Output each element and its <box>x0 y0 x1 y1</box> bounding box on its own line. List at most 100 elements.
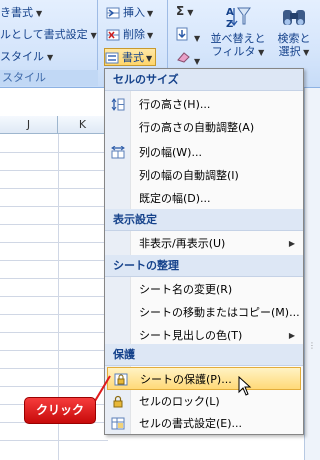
menu-item-label: セルの書式設定(E)... <box>139 417 243 430</box>
menu-item-autofit-column-width[interactable]: 列の幅の自動調整(I) <box>105 164 303 187</box>
grid-line <box>0 242 108 243</box>
menu-item-label: 非表示/再表示(U) <box>139 237 226 250</box>
chevron-down-icon: ▼ <box>187 8 194 17</box>
column-header-k[interactable]: K <box>58 116 108 134</box>
menu-section-organize-sheets: シートの整理 <box>105 255 303 277</box>
find-select-button[interactable]: 検索と 選択 ▼ <box>266 4 320 59</box>
fill-button[interactable]: ▼ <box>176 27 200 44</box>
lock-icon <box>113 395 123 408</box>
sort-filter-icon: AZ <box>224 4 252 30</box>
insert-label: 挿入 <box>123 6 145 19</box>
menu-item-label: 列の幅(W)... <box>139 146 202 159</box>
format-as-table-button[interactable]: ルとして書式設定 ▼ <box>0 26 97 44</box>
column-width-icon <box>111 146 125 159</box>
sigma-icon: Σ <box>176 4 185 18</box>
menu-item-lock-cell[interactable]: セルのロック(L) <box>105 390 303 413</box>
clear-button[interactable]: ▼ <box>176 50 200 67</box>
conditional-format-label: き書式 <box>0 6 33 19</box>
row-height-icon <box>111 98 125 111</box>
chevron-down-icon: ▼ <box>47 53 54 62</box>
format-label: 書式 <box>122 51 144 64</box>
chevron-down-icon: ▼ <box>300 48 310 57</box>
find-select-label-1: 検索と <box>277 32 311 45</box>
menu-item-label: シート見出しの色(T) <box>139 329 243 342</box>
svg-text:Z: Z <box>226 19 233 30</box>
autosum-button[interactable]: Σ ▼ <box>176 4 193 18</box>
styles-group: き書式 ▼ ルとして書式設定 ▼ スタイル ▼ スタイル <box>0 0 98 86</box>
grid-line <box>0 206 108 207</box>
mouse-cursor-icon <box>238 376 252 396</box>
styles-group-label: スタイル <box>0 70 98 86</box>
chevron-down-icon: ▼ <box>36 9 43 18</box>
grid-line <box>0 440 108 441</box>
format-cells-icon <box>111 417 125 430</box>
menu-item-protect-sheet[interactable]: シートの保護(P)... <box>107 367 301 390</box>
split-grip-icon[interactable]: ⋮ <box>306 342 318 358</box>
menu-item-rename-sheet[interactable]: シート名の変更(R) <box>105 278 303 301</box>
grid-line <box>0 152 108 153</box>
cell-styles-button[interactable]: スタイル ▼ <box>0 48 53 66</box>
menu-item-row-height[interactable]: 行の高さ(H)... <box>105 93 303 116</box>
find-select-label-2: 選択 <box>278 45 301 58</box>
sort-filter-button[interactable]: AZ 並べ替えと フィルタ ▼ <box>210 4 266 59</box>
menu-item-label: シートの移動またはコピー(M)... <box>139 306 300 319</box>
grid-line <box>0 368 108 369</box>
chevron-down-icon: ▼ <box>194 57 201 66</box>
menu-item-hide-unhide[interactable]: 非表示/再表示(U) ▶ <box>105 232 303 255</box>
chevron-down-icon: ▼ <box>147 9 154 18</box>
delete-icon <box>106 29 120 41</box>
svg-text:A: A <box>226 7 234 18</box>
menu-item-default-width[interactable]: 既定の幅(D)... <box>105 187 303 210</box>
grid-line <box>0 296 108 297</box>
menu-item-label: シート名の変更(R) <box>139 283 233 296</box>
chevron-down-icon: ▼ <box>90 31 97 40</box>
cell-styles-label: スタイル <box>0 50 44 63</box>
menu-item-column-width[interactable]: 列の幅(W)... <box>105 141 303 164</box>
binoculars-icon <box>280 4 308 30</box>
chevron-down-icon: ▼ <box>194 34 201 43</box>
insert-button[interactable]: 挿入 ▼ <box>106 4 153 22</box>
grid-line <box>0 260 108 261</box>
delete-label: 削除 <box>123 28 145 41</box>
lock-sheet-icon <box>114 373 128 386</box>
sort-filter-label-2: フィルタ <box>211 45 256 58</box>
eraser-icon <box>177 52 190 63</box>
menu-item-label: 既定の幅(D)... <box>139 192 211 205</box>
menu-section-protection: 保護 <box>105 344 303 366</box>
insert-icon <box>106 7 120 19</box>
grid-line <box>0 278 108 279</box>
sort-filter-label-1: 並べ替えと <box>210 32 266 45</box>
menu-section-visibility: 表示設定 <box>105 209 303 231</box>
chevron-down-icon: ▼ <box>147 31 154 40</box>
column-header-row: J K <box>0 116 108 134</box>
menu-item-move-copy-sheet[interactable]: シートの移動またはコピー(M)... <box>105 301 303 324</box>
fill-down-icon <box>176 27 188 41</box>
menu-item-label: 列の幅の自動調整(I) <box>139 169 239 182</box>
delete-button[interactable]: 削除 ▼ <box>106 26 153 44</box>
submenu-arrow-icon: ▶ <box>288 239 295 248</box>
vertical-scrollbar[interactable] <box>304 88 320 460</box>
grid-line <box>0 386 108 387</box>
grid-line <box>0 332 108 333</box>
grid-line <box>0 170 108 171</box>
click-callout: クリック <box>24 397 96 424</box>
chevron-down-icon: ▼ <box>146 54 153 63</box>
menu-item-label: 行の高さの自動調整(A) <box>139 121 255 134</box>
menu-item-label: シートの保護(P)... <box>140 373 232 386</box>
grid-line <box>0 350 108 351</box>
menu-section-cell-size: セルのサイズ <box>105 69 303 91</box>
grid-line <box>0 314 108 315</box>
menu-item-autofit-row-height[interactable]: 行の高さの自動調整(A) <box>105 116 303 139</box>
menu-item-label: セルのロック(L) <box>139 395 220 408</box>
format-icon <box>105 52 119 64</box>
format-button[interactable]: 書式 ▼ <box>104 48 157 66</box>
conditional-format-button[interactable]: き書式 ▼ <box>0 4 42 22</box>
grid-line <box>0 188 108 189</box>
menu-item-format-cells[interactable]: セルの書式設定(E)... <box>105 412 303 435</box>
chevron-down-icon: ▼ <box>255 48 265 57</box>
menu-item-label: 行の高さ(H)... <box>139 98 211 111</box>
column-header-j[interactable]: J <box>0 116 58 134</box>
grid-line <box>0 224 108 225</box>
format-as-table-label: ルとして書式設定 <box>0 28 88 41</box>
format-dropdown-menu: セルのサイズ 行の高さ(H)... 行の高さの自動調整(A) 列の幅(W)...… <box>104 68 304 435</box>
